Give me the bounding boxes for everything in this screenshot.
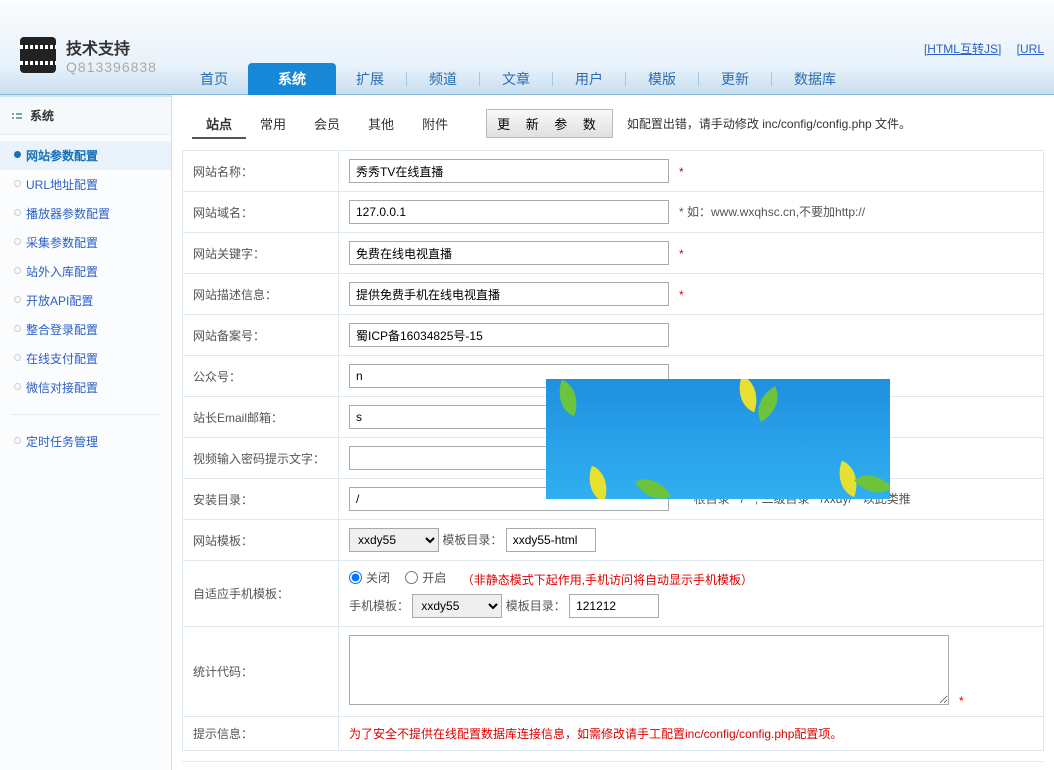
logo-icon (20, 37, 56, 73)
nav-item-6[interactable]: 模版 (628, 64, 696, 94)
sidebar-item-2[interactable]: 播放器参数配置 (0, 199, 171, 228)
sidebar-item-5[interactable]: 开放API配置 (0, 286, 171, 315)
nav-item-3[interactable]: 频道 (409, 64, 477, 94)
content: 站点常用会员其他附件 更 新 参 数 如配置出错，请手动修改 inc/confi… (172, 95, 1054, 770)
logo: 技术支持 Q813396838 (20, 35, 157, 75)
label-wechat: 公众号： (183, 356, 339, 397)
sidebar-item-6[interactable]: 整合登录配置 (0, 315, 171, 344)
label-mobile-tpl: 手机模板： (349, 599, 409, 613)
nav-item-4[interactable]: 文章 (482, 64, 550, 94)
label-stats: 统计代码： (183, 627, 339, 717)
input-icp[interactable] (349, 323, 669, 347)
top-links: [HTML互转JS] [URL (912, 40, 1044, 57)
logo-subtitle: Q813396838 (66, 59, 157, 75)
label-install-dir: 安装目录： (183, 479, 339, 520)
sub-tabs: 站点常用会员其他附件 更 新 参 数 如配置出错，请手动修改 inc/confi… (182, 105, 1044, 146)
tab-1[interactable]: 常用 (246, 112, 300, 137)
select-template[interactable]: xxdy55 (349, 528, 439, 552)
nav-item-7[interactable]: 更新 (701, 64, 769, 94)
label-pwdtip: 视频输入密码提示文字： (183, 438, 339, 479)
sidebar-item-4[interactable]: 站外入库配置 (0, 257, 171, 286)
tab-0[interactable]: 站点 (192, 112, 246, 139)
label-template: 网站模板： (183, 520, 339, 561)
sidebar-group-2: 定时任务管理 (0, 421, 171, 462)
tip-text: 为了安全不提供在线配置数据库连接信息，如需修改请手工配置inc/config/c… (349, 727, 842, 741)
input-site-name[interactable] (349, 159, 669, 183)
footer-status: Processed in: 0.215 second(s), 0 queries… (182, 761, 1044, 770)
main-nav: 首页系统扩展频道文章用户模版更新数据库 (180, 64, 856, 94)
input-keywords[interactable] (349, 241, 669, 265)
label-desc: 网站描述信息： (183, 274, 339, 315)
tab-2[interactable]: 会员 (300, 112, 354, 137)
overlay-banner (546, 379, 890, 499)
nav-item-5[interactable]: 用户 (555, 64, 623, 94)
list-icon (12, 111, 22, 121)
radio-mobile-on[interactable] (405, 571, 418, 584)
link-url[interactable]: [URL (1017, 42, 1044, 56)
nav-item-8[interactable]: 数据库 (774, 64, 856, 94)
sidebar-item-1[interactable]: URL地址配置 (0, 170, 171, 199)
sidebar-item2-0[interactable]: 定时任务管理 (0, 427, 171, 456)
radio-mobile-off[interactable] (349, 571, 362, 584)
label-mobile-dir: 模板目录： (506, 599, 566, 613)
tabs-hint: 如配置出错，请手动修改 inc/config/config.php 文件。 (627, 115, 911, 132)
textarea-stats[interactable] (349, 635, 949, 705)
select-mobile-template[interactable]: xxdy55 (412, 594, 502, 618)
label-email: 站长Email邮箱： (183, 397, 339, 438)
label-domain: 网站域名： (183, 192, 339, 233)
label-keywords: 网站关键字： (183, 233, 339, 274)
label-mobile: 自适应手机模板： (183, 561, 339, 627)
input-template-dir[interactable] (506, 528, 596, 552)
input-domain[interactable] (349, 200, 669, 224)
link-html-js[interactable]: [HTML互转JS] (924, 42, 1001, 56)
sidebar-item-8[interactable]: 微信对接配置 (0, 373, 171, 402)
nav-item-0[interactable]: 首页 (180, 64, 248, 94)
header: 技术支持 Q813396838 [HTML互转JS] [URL 首页系统扩展频道… (0, 0, 1054, 95)
tab-3[interactable]: 其他 (354, 112, 408, 137)
label-site-name: 网站名称： (183, 151, 339, 192)
hint-mobile-radio: （非静态模式下起作用,手机访问将自动显示手机模板） (462, 573, 753, 587)
sidebar-item-7[interactable]: 在线支付配置 (0, 344, 171, 373)
nav-item-2[interactable]: 扩展 (336, 64, 404, 94)
sidebar: 系统 网站参数配置URL地址配置播放器参数配置采集参数配置站外入库配置开放API… (0, 95, 172, 770)
input-mobile-dir[interactable] (569, 594, 659, 618)
sidebar-title: 系统 (0, 97, 171, 135)
sidebar-divider (10, 414, 161, 415)
sidebar-group-1: 网站参数配置URL地址配置播放器参数配置采集参数配置站外入库配置开放API配置整… (0, 135, 171, 408)
label-template-dir: 模板目录： (442, 533, 502, 547)
update-params-button[interactable]: 更 新 参 数 (486, 109, 613, 138)
tab-4[interactable]: 附件 (408, 112, 462, 137)
label-icp: 网站备案号： (183, 315, 339, 356)
label-tip: 提示信息： (183, 717, 339, 751)
hint-domain: * 如：www.wxqhsc.cn,不要加http:// (679, 205, 865, 219)
logo-title: 技术支持 (66, 35, 157, 59)
nav-item-1[interactable]: 系统 (248, 63, 336, 95)
input-desc[interactable] (349, 282, 669, 306)
sidebar-item-0[interactable]: 网站参数配置 (0, 141, 171, 170)
sidebar-item-3[interactable]: 采集参数配置 (0, 228, 171, 257)
